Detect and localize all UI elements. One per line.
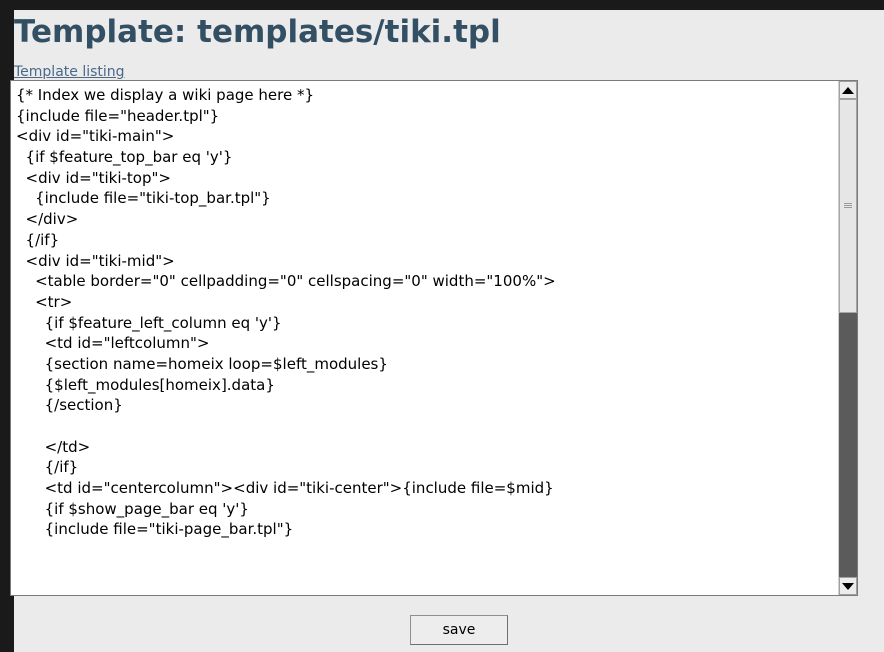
code-line: {if $feature_left_column eq 'y'} — [16, 313, 282, 332]
code-line: {/if} — [16, 230, 60, 249]
code-line: {include file="tiki-page_bar.tpl"} — [16, 520, 294, 539]
code-line: <div id="tiki-top"> — [16, 168, 171, 187]
code-line: <table border="0" cellpadding="0" cellsp… — [16, 272, 556, 291]
code-line: <td id="leftcolumn"> — [16, 334, 210, 353]
code-line: {* Index we display a wiki page here *} — [16, 86, 315, 104]
grip-icon — [844, 203, 852, 209]
scrollbar-track[interactable] — [839, 99, 857, 577]
scroll-up-button[interactable] — [839, 81, 857, 99]
code-line: {if $show_page_bar eq 'y'} — [16, 499, 249, 518]
code-line: {include file="tiki-top_bar.tpl"} — [16, 189, 271, 208]
template-listing-link[interactable]: Template listing — [14, 63, 125, 81]
template-code[interactable]: {* Index we display a wiki page here *} {… — [16, 85, 841, 593]
code-line: {include file="header.tpl"} — [16, 106, 220, 125]
editor-scrollbar[interactable] — [838, 81, 857, 595]
scrollbar-thumb[interactable] — [839, 99, 857, 313]
code-line: {$left_modules[homeix].data} — [16, 375, 275, 394]
code-line: </div> — [16, 210, 79, 229]
arrow-down-icon — [842, 582, 854, 590]
scroll-down-button[interactable] — [839, 577, 857, 595]
code-line: <tr> — [16, 292, 73, 311]
code-line: <div id="tiki-main"> — [16, 127, 175, 146]
code-line: </td> — [16, 437, 91, 456]
save-button[interactable]: save — [410, 615, 508, 645]
page-title: Template: templates/tiki.tpl — [14, 14, 501, 50]
code-line: {section name=homeix loop=$left_modules} — [16, 354, 388, 373]
code-line: <div id="tiki-mid"> — [16, 251, 175, 270]
template-editor-textarea[interactable]: {* Index we display a wiki page here *} {… — [10, 80, 858, 596]
code-line: {/section} — [16, 396, 123, 415]
code-line: {if $feature_top_bar eq 'y'} — [16, 148, 233, 167]
arrow-up-icon — [842, 86, 854, 94]
code-line: {/if} — [16, 458, 79, 477]
code-line: <td id="centercolumn"><div id="tiki-cent… — [16, 479, 554, 498]
